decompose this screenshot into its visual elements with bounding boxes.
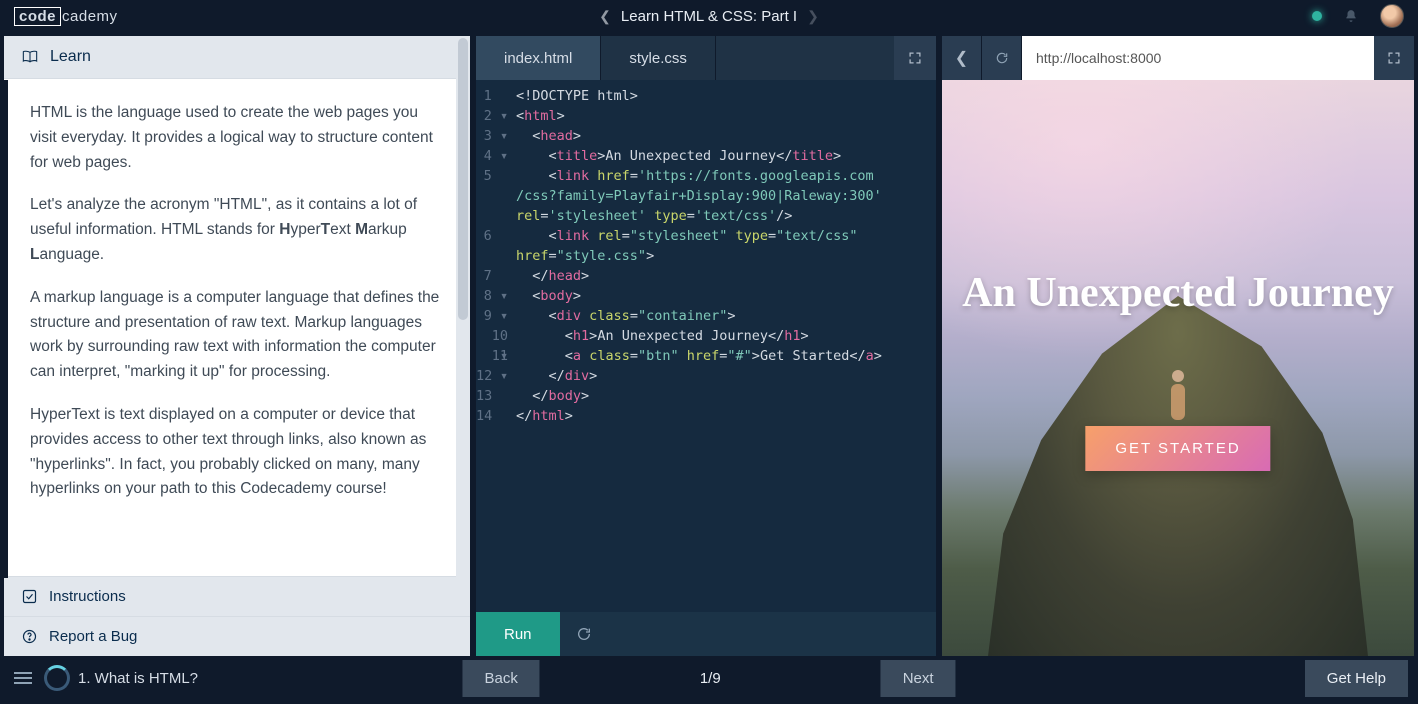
preview-panel: ❮ http://localhost:8000 An Unexpected Jo… (942, 36, 1414, 656)
code-line: <link rel="stylesheet" type="text/css" (516, 226, 928, 246)
run-label: Run (504, 626, 532, 643)
url-text: http://localhost:8000 (1036, 50, 1161, 66)
expand-preview-button[interactable] (1374, 36, 1414, 80)
code-line: <!DOCTYPE html> (516, 86, 928, 106)
preview-person (1165, 370, 1191, 430)
expand-icon (1387, 51, 1401, 65)
course-title[interactable]: ❮ Learn HTML & CSS: Part I ❯ (599, 8, 819, 25)
lesson-p4: HyperText is text displayed on a compute… (30, 403, 444, 502)
browser-reload-button[interactable] (982, 36, 1022, 80)
progress-circle-icon (44, 665, 70, 691)
left-panel: Learn HTML is the language used to creat… (4, 36, 470, 656)
code-line: <h1>An Unexpected Journey</h1> (516, 326, 928, 346)
course-title-text: Learn HTML & CSS: Part I (621, 8, 797, 25)
browser-bar: ❮ http://localhost:8000 (942, 36, 1414, 80)
reset-button[interactable] (560, 612, 608, 656)
code-line: href="style.css"> (516, 246, 928, 266)
code-line: <body> (516, 286, 928, 306)
editor-panel: index.html style.css 1 2 ▾ 3 ▾ 4 ▾ 5 6 7 (476, 36, 936, 656)
topbar-right (1312, 4, 1404, 28)
lesson-p1: HTML is the language used to create the … (30, 101, 444, 175)
code-line: <title>An Unexpected Journey</title> (516, 146, 928, 166)
page-indicator: 1/9 (540, 670, 881, 687)
bell-icon[interactable] (1344, 9, 1358, 23)
run-button[interactable]: Run (476, 612, 560, 656)
preview-heading: An Unexpected Journey (942, 270, 1414, 316)
code-lines[interactable]: <!DOCTYPE html> <html> <head> <title>An … (516, 86, 936, 612)
menu-icon[interactable] (10, 668, 36, 688)
chevron-right-icon: ❯ (807, 8, 819, 25)
next-button[interactable]: Next (881, 660, 956, 697)
checkbox-icon (22, 589, 37, 604)
avatar[interactable] (1380, 4, 1404, 28)
connection-status-icon (1312, 11, 1322, 21)
code-line: <div class="container"> (516, 306, 928, 326)
topbar: codecademy ❮ Learn HTML & CSS: Part I ❯ (0, 0, 1418, 32)
lesson-p3: A markup language is a computer language… (30, 286, 444, 385)
book-icon (22, 50, 38, 64)
code-line: <head> (516, 126, 928, 146)
instructions-label: Instructions (49, 588, 126, 605)
code-line: </div> (516, 366, 928, 386)
expand-icon (908, 51, 922, 65)
code-line: </body> (516, 386, 928, 406)
code-line: </html> (516, 406, 928, 426)
gutter: 1 2 ▾ 3 ▾ 4 ▾ 5 6 7 8 ▾ 9 ▾ 10 ▾ 11 ▾ 12… (476, 86, 516, 612)
scrollbar-thumb[interactable] (458, 38, 468, 320)
code-line: <html> (516, 106, 928, 126)
back-button[interactable]: Back (462, 660, 539, 697)
code-editor[interactable]: 1 2 ▾ 3 ▾ 4 ▾ 5 6 7 8 ▾ 9 ▾ 10 ▾ 11 ▾ 12… (476, 80, 936, 612)
tab-index-html[interactable]: index.html (476, 36, 601, 80)
preview-viewport[interactable]: An Unexpected Journey GET STARTED (942, 80, 1414, 656)
code-line: /css?family=Playfair+Display:900|Raleway… (516, 186, 928, 206)
logo-rest: cademy (62, 8, 118, 25)
learn-label: Learn (50, 48, 91, 66)
lesson-p2: Let's analyze the acronym "HTML", as it … (30, 193, 444, 267)
browser-back-button[interactable]: ❮ (942, 36, 982, 80)
logo-boxed: code (14, 7, 61, 26)
help-circle-icon (22, 629, 37, 644)
chevron-left-icon: ❮ (955, 48, 968, 68)
footer-nav: Back 1/9 Next (462, 660, 955, 697)
editor-tabs: index.html style.css (476, 36, 936, 80)
instructions-row[interactable]: Instructions (4, 576, 470, 616)
learn-header[interactable]: Learn (4, 36, 470, 79)
main-row: Learn HTML is the language used to creat… (0, 32, 1418, 656)
tab-label: index.html (504, 50, 572, 67)
tab-label: style.css (629, 50, 687, 67)
left-scrollbar[interactable] (456, 36, 470, 578)
accent-bar (4, 80, 8, 578)
code-line: rel='stylesheet' type='text/css'/> (516, 206, 928, 226)
report-bug-label: Report a Bug (49, 628, 137, 645)
preview-cta-button[interactable]: GET STARTED (1085, 426, 1270, 471)
report-bug-row[interactable]: Report a Bug (4, 616, 470, 656)
chevron-left-icon: ❮ (599, 8, 611, 25)
get-help-button[interactable]: Get Help (1305, 660, 1408, 697)
code-line: <a class="btn" href="#">Get Started</a> (516, 346, 928, 366)
reload-icon (995, 51, 1009, 65)
expand-editor-button[interactable] (894, 36, 936, 80)
left-bottom: Instructions Report a Bug (4, 576, 470, 656)
footer: 1. What is HTML? Back 1/9 Next Get Help (0, 656, 1418, 700)
logo[interactable]: codecademy (14, 7, 118, 26)
url-bar[interactable]: http://localhost:8000 (1022, 36, 1374, 80)
lesson-name: 1. What is HTML? (78, 670, 198, 687)
tab-style-css[interactable]: style.css (601, 36, 716, 80)
refresh-icon (576, 626, 592, 642)
code-line: <link href='https://fonts.googleapis.com (516, 166, 928, 186)
learn-body[interactable]: HTML is the language used to create the … (4, 79, 470, 576)
code-line: </head> (516, 266, 928, 286)
run-bar: Run (476, 612, 936, 656)
